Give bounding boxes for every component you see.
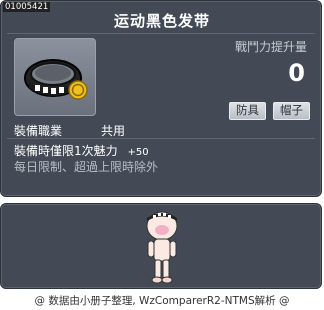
- black-headband-icon: [24, 59, 88, 100]
- item-icon-frame: [14, 38, 96, 116]
- section-divider: [7, 138, 315, 139]
- category-badge-armor: 防具: [229, 102, 266, 120]
- character-preview-panel: [0, 203, 322, 289]
- job-label: 裝備職業: [14, 124, 63, 138]
- effect-value: +50: [127, 147, 149, 158]
- job-value: 共用: [101, 124, 126, 138]
- item-tooltip-screen: 01005421 运动黑色发带 戰鬥力提升量 0 防具 帽子 裝備職業 共用 裝…: [0, 0, 324, 310]
- footer-credit: @ 数据由小册子整理, WzComparerR2-NTMS解析 @: [34, 295, 290, 307]
- combat-power-value: 0: [288, 59, 305, 87]
- effect-label: 裝備時僅限1次魅力: [14, 144, 118, 158]
- combat-power-label: 戰鬥力提升量: [234, 40, 307, 54]
- item-tooltip-panel: 01005421 运动黑色发带 戰鬥力提升量 0 防具 帽子 裝備職業 共用 裝…: [0, 0, 322, 197]
- character-preview: [146, 211, 178, 284]
- category-badge-hat: 帽子: [273, 102, 310, 120]
- item-name: 运动黑色发带: [113, 12, 210, 30]
- header-divider: [7, 33, 315, 34]
- effect-line: 裝備時僅限1次魅力 +50: [14, 142, 149, 159]
- limit-text: 每日限制、超過上限時除外: [14, 160, 159, 174]
